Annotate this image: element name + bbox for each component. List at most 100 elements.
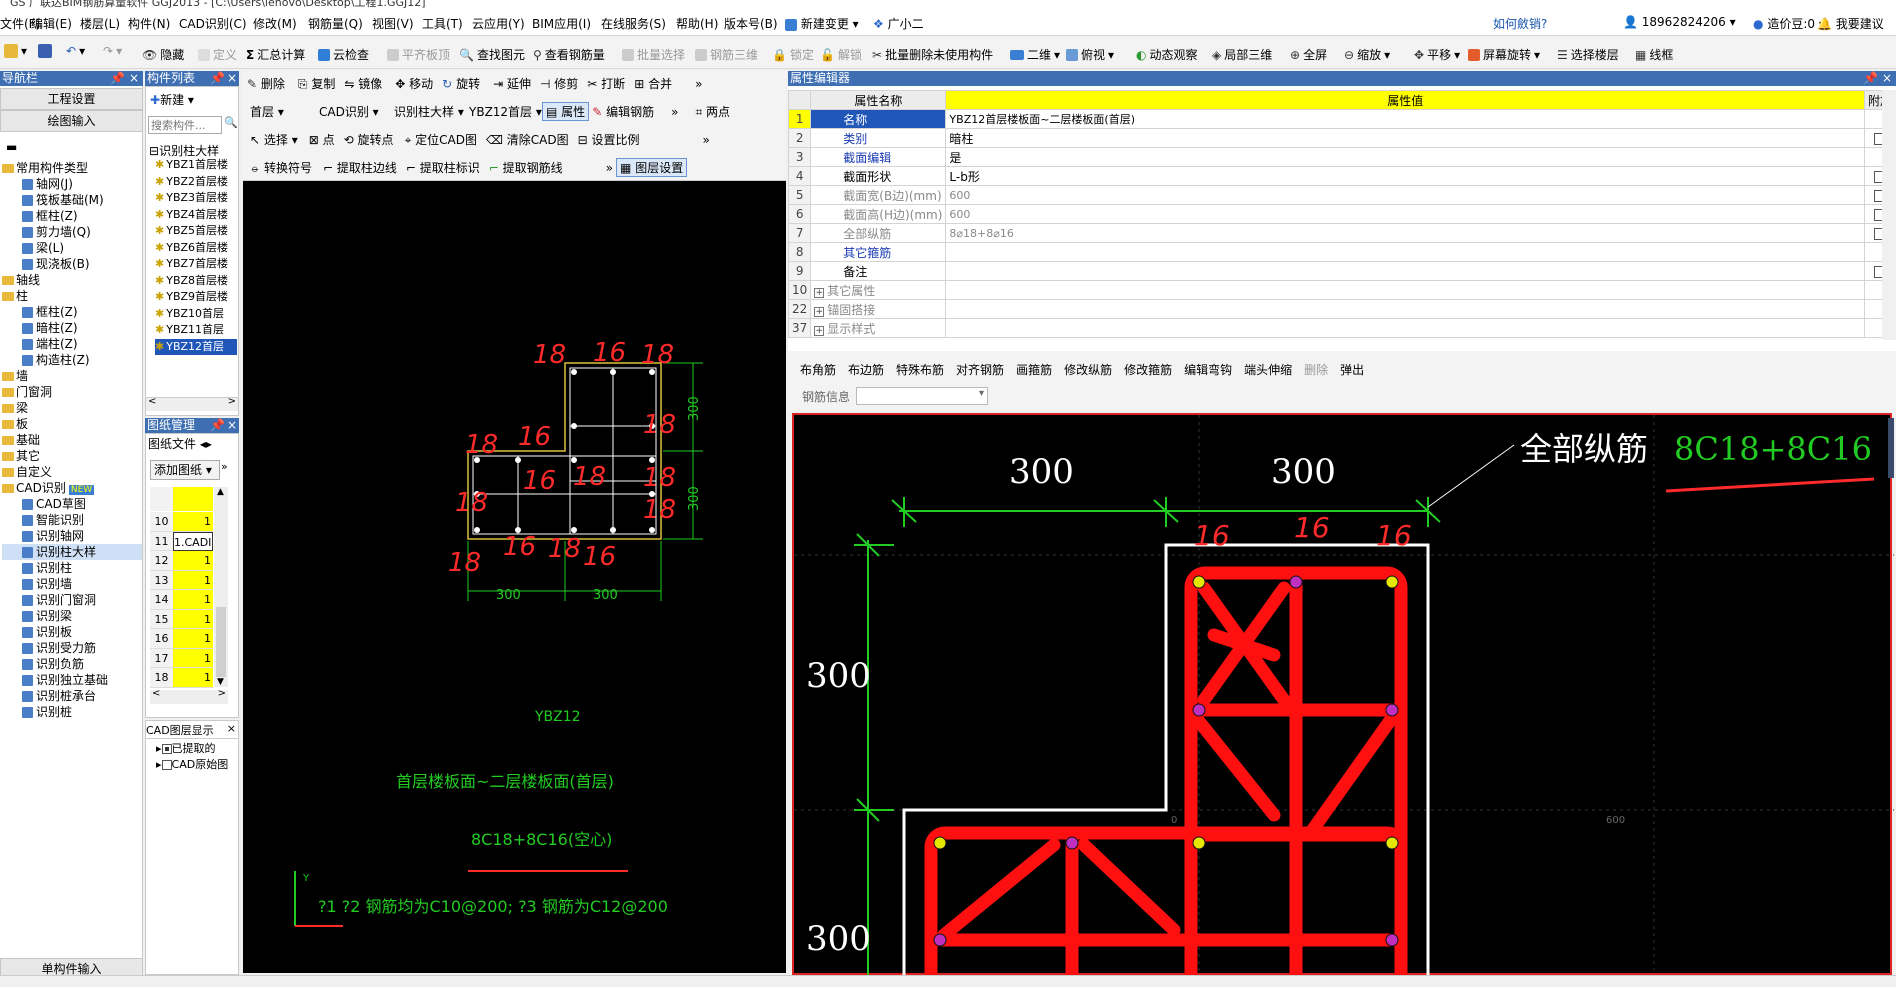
layer-extracted-checkbox[interactable] xyxy=(161,744,172,754)
nav-tree-item[interactable]: 墙 xyxy=(2,368,142,384)
component-select[interactable]: YBZ12首层 ▾ xyxy=(469,103,542,120)
property-row[interactable]: 3 截面编辑 是 xyxy=(787,147,1896,167)
trim-button[interactable]: ⊣ 修剪 xyxy=(540,75,578,92)
component-list-item[interactable]: ✱ YBZ1首层楼 xyxy=(155,157,237,174)
menu-cloud[interactable]: 云应用(Y) xyxy=(472,15,525,32)
nav-tree-item[interactable]: 识别桩承台 xyxy=(2,688,142,704)
menu-bim[interactable]: BIM应用(I) xyxy=(532,15,591,32)
close-icon[interactable]: × xyxy=(1882,71,1892,86)
expand-icon[interactable]: + xyxy=(814,325,825,336)
new-component-button[interactable]: ✚新建 ▾ xyxy=(150,91,194,108)
close-icon[interactable]: × xyxy=(129,71,139,86)
nav-tree-item[interactable]: 轴网(J) xyxy=(2,176,142,192)
view-rebar-qty-button[interactable]: ⚲ 查看钢筋量 xyxy=(533,46,605,63)
nav-tree-item[interactable]: CAD草图 xyxy=(2,496,142,512)
property-value[interactable] xyxy=(945,242,1865,262)
zoom-button[interactable]: ⊖ 缩放 ▾ xyxy=(1344,46,1390,63)
nav-tree-item[interactable]: CAD识别 NEW xyxy=(2,480,142,496)
recognize-type-select[interactable]: 识别柱大样 ▾ xyxy=(394,103,466,120)
nav-tree-item[interactable]: 识别独立基础 xyxy=(2,672,142,688)
select-button[interactable]: ↖ 选择 ▾ xyxy=(250,131,298,148)
extract-column-mark-button[interactable]: ⌐ 提取柱标识 xyxy=(406,159,480,176)
drawing-row[interactable]: 15 1 xyxy=(150,609,213,629)
nav-tree-item[interactable]: 暗柱(Z) xyxy=(2,320,142,336)
find-element-button[interactable]: 🔍 查找图元 xyxy=(459,46,525,63)
top-view-button[interactable]: 俯视 ▾ xyxy=(1066,46,1114,63)
nav-tree-item[interactable]: 框柱(Z) xyxy=(2,304,142,320)
select-floor-button[interactable]: ☰ 选择楼层 xyxy=(1557,46,1619,63)
component-list-item[interactable]: ✱ YBZ10首层 xyxy=(155,306,237,323)
suggest-button[interactable]: 🔔 我要建议 xyxy=(1817,15,1884,32)
component-list-item[interactable]: ✱ YBZ2首层楼 xyxy=(155,174,237,191)
layer-extracted[interactable]: ▸ 已提取的 xyxy=(156,740,216,756)
rebar-tool-button[interactable]: 布边筋 xyxy=(848,361,884,378)
rebar-tool-button[interactable]: 端头伸缩 xyxy=(1244,361,1292,378)
property-value[interactable]: 600 xyxy=(945,204,1865,224)
property-row[interactable]: 6 截面高(H边)(mm) 600 xyxy=(787,204,1896,224)
expand-icon[interactable]: + xyxy=(814,287,825,298)
property-value[interactable]: 600 xyxy=(945,185,1865,205)
move-button[interactable]: ✥ 移动 xyxy=(395,75,433,92)
nav-tree-item[interactable]: 框柱(Z) xyxy=(2,208,142,224)
nav-tree-item[interactable]: 端柱(Z) xyxy=(2,336,142,352)
expand-icon[interactable]: + xyxy=(814,306,825,317)
user-account[interactable]: 👤 18962824206 ▾ xyxy=(1623,15,1736,29)
more-icon[interactable]: » xyxy=(695,77,702,91)
property-value[interactable]: L-b形 xyxy=(945,166,1865,186)
property-row[interactable]: 10 + 其它属性 xyxy=(787,280,1896,300)
rebar-3d-button[interactable]: 钢筋三维 xyxy=(695,46,758,63)
nav-tree-item[interactable]: 柱 xyxy=(2,288,142,304)
drawing-h-scrollbar[interactable]: < > xyxy=(150,688,228,704)
rebar-tool-button[interactable]: 删除 xyxy=(1304,361,1328,378)
menu-tools[interactable]: 工具(T) xyxy=(422,15,463,32)
cad-canvas[interactable]: 300 300 300 300 18 16 18 18 16 18 18 18 … xyxy=(243,181,786,973)
drawing-row[interactable]: 13 1 xyxy=(150,570,213,590)
close-icon[interactable]: × xyxy=(227,418,237,433)
nav-tree-item[interactable]: 梁(L) xyxy=(2,240,142,256)
convert-symbol-button[interactable]: ⦵ 转换符号 xyxy=(250,159,312,176)
nav-tree-item[interactable]: 智能识别 xyxy=(2,512,142,528)
component-list-item[interactable]: ✱ YBZ4首层楼 xyxy=(155,207,237,224)
nav-tree-item[interactable]: 识别柱大样 xyxy=(2,544,142,560)
clear-cad-button[interactable]: ⌫ 清除CAD图 xyxy=(486,131,569,148)
property-row[interactable]: 2 类别 暗柱 xyxy=(787,128,1896,148)
nav-tree-item[interactable]: 识别板 xyxy=(2,624,142,640)
local-3d-button[interactable]: ◈ 局部三维 xyxy=(1212,46,1272,63)
layer-cad-original[interactable]: ▸ CAD原始图 xyxy=(156,756,228,772)
project-settings-button[interactable]: 工程设置 xyxy=(0,88,143,110)
rebar-tool-button[interactable]: 对齐钢筋 xyxy=(956,361,1004,378)
save-button[interactable] xyxy=(38,44,52,58)
rebar-tool-button[interactable]: 布角筋 xyxy=(800,361,836,378)
menu-rebar-qty[interactable]: 钢筋量(Q) xyxy=(308,15,363,32)
more-icon[interactable]: » xyxy=(703,133,710,147)
drawing-row[interactable]: 14 1 xyxy=(150,590,213,610)
component-list-item[interactable]: ✱ YBZ7首层楼 xyxy=(155,256,237,273)
drawing-row[interactable]: 18 1 xyxy=(150,668,213,688)
more-icon[interactable]: » xyxy=(671,105,678,119)
menu-component[interactable]: 构件(N) xyxy=(128,15,170,32)
rotate-point-button[interactable]: ⟲ 旋转点 xyxy=(344,131,394,148)
nav-tree-item[interactable]: 识别轴网 xyxy=(2,528,142,544)
nav-tree-item[interactable]: 轴线 xyxy=(2,272,142,288)
property-row[interactable]: 5 截面宽(B边)(mm) 600 xyxy=(787,185,1896,205)
component-list-item[interactable]: ✱ YBZ3首层楼 xyxy=(155,190,237,207)
drawing-file-tab[interactable]: 图纸文件 ◂▸ xyxy=(148,435,212,452)
more-icon[interactable]: » xyxy=(221,460,228,473)
menu-online[interactable]: 在线服务(S) xyxy=(601,15,666,32)
nav-tree-item[interactable]: 筏板基础(M) xyxy=(2,192,142,208)
nav-tree-item[interactable]: 梁 xyxy=(2,400,142,416)
batch-delete-unused-button[interactable]: ✂ 批量删除未使用构件 xyxy=(872,46,993,63)
property-value[interactable]: 是 xyxy=(945,147,1865,167)
drawing-input-button[interactable]: 绘图输入 xyxy=(0,110,143,132)
batch-select-button[interactable]: 批量选择 xyxy=(622,46,685,63)
component-list-item[interactable]: ✱ YBZ9首层楼 xyxy=(155,289,237,306)
nav-tree-item[interactable]: 自定义 xyxy=(2,464,142,480)
2d-view-button[interactable]: 二维 ▾ xyxy=(1010,46,1060,63)
component-list-item[interactable]: ✱ YBZ6首层楼 xyxy=(155,240,237,257)
cad-mode-select[interactable]: CAD识别 ▾ xyxy=(319,103,391,120)
drawing-scrollbar[interactable]: ▲ ▼ xyxy=(214,487,228,687)
extract-column-edge-button[interactable]: ⌐ 提取柱边线 xyxy=(323,159,397,176)
nav-tree-item[interactable]: 现浇板(B) xyxy=(2,256,142,272)
component-search-input[interactable] xyxy=(148,116,222,134)
undo-button[interactable]: ↶ ▾ xyxy=(66,44,85,58)
